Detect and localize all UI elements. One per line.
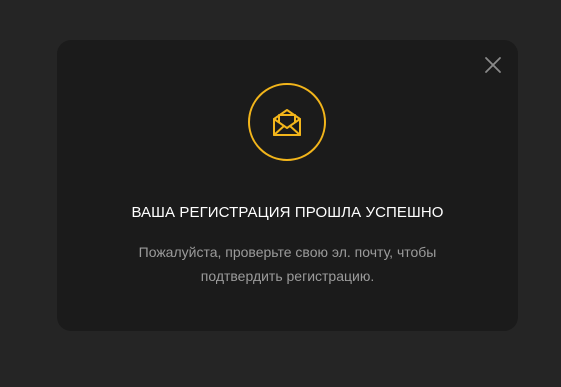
- modal-title: ВАША РЕГИСТРАЦИЯ ПРОШЛА УСПЕШНО: [131, 204, 444, 221]
- modal-message-line-2: подтвердить регистрацию.: [200, 268, 375, 284]
- modal-message-line-1: Пожалуйста, проверьте свою эл. почту, чт…: [138, 244, 437, 260]
- open-envelope-icon: [273, 109, 301, 136]
- close-icon[interactable]: [482, 54, 504, 76]
- envelope-icon-circle: [248, 83, 326, 161]
- modal-message: Пожалуйста, проверьте свою эл. почту, чт…: [87, 240, 488, 288]
- close-button[interactable]: [482, 54, 504, 76]
- registration-success-modal: ВАША РЕГИСТРАЦИЯ ПРОШЛА УСПЕШНО Пожалуйс…: [57, 40, 518, 331]
